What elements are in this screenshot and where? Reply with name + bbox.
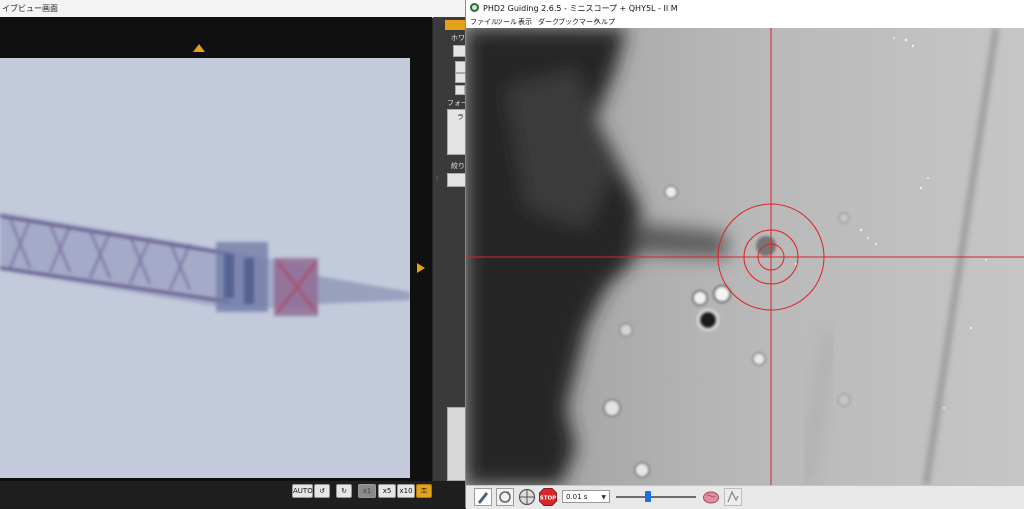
zoom-5x-button[interactable]: x5 — [378, 484, 396, 498]
scroll-right-arrow-icon[interactable] — [417, 263, 425, 273]
gamma-slider-thumb[interactable] — [645, 491, 651, 502]
live-view-title: イブビュー画面 — [2, 4, 58, 13]
panel-lower-box — [447, 407, 465, 481]
lock-button[interactable]: ⚿ — [416, 484, 432, 498]
rotate-right-button[interactable]: ↻ — [336, 484, 352, 498]
stop-label: STOP — [540, 496, 556, 502]
white-balance-select[interactable] — [453, 45, 465, 57]
menu-darks[interactable]: ダーク — [538, 17, 559, 27]
menu-tools[interactable]: ツール — [496, 17, 517, 27]
live-view-title-bar: イブビュー画面 — [0, 0, 465, 18]
panel-resize-grip-icon[interactable]: ⁞ — [436, 175, 438, 183]
live-view-window: イブビュー画面 ホワ フォー ラ ⁞ 絞り AUTO ↺ ↻ x1 x5 x10… — [0, 0, 465, 508]
phd2-window: PHD2 Guiding 2.6.5 - ミニスコープ + QHY5L - II… — [465, 0, 1024, 509]
lock-icon: ⚿ — [421, 487, 427, 495]
menu-file[interactable]: ファイル — [470, 17, 498, 27]
gamma-slider-track — [616, 496, 696, 498]
focus-sub-label: ラ — [457, 113, 464, 121]
guide-camera-image — [466, 28, 1024, 485]
focus-label: フォー — [447, 99, 465, 107]
zoom-1x-button[interactable]: x1 — [358, 484, 376, 498]
white-balance-checkbox[interactable] — [455, 85, 465, 95]
live-view-image — [0, 58, 410, 478]
rotate-right-icon: ↻ — [341, 487, 347, 495]
menu-view[interactable]: 表示 — [518, 17, 532, 27]
exposure-duration-select[interactable]: 0.01 s ▼ — [562, 490, 610, 503]
crosshair-target-button[interactable] — [518, 488, 536, 506]
white-balance-field[interactable] — [455, 61, 465, 73]
white-balance-label: ホワイ — [451, 34, 465, 42]
rotate-left-button[interactable]: ↺ — [314, 484, 330, 498]
loop-button[interactable] — [496, 488, 514, 506]
rotate-left-icon: ↺ — [319, 487, 325, 495]
auto-focus-button[interactable]: AUTO — [292, 484, 313, 498]
aperture-label: 絞り込 — [451, 162, 465, 170]
zoom-10x-button[interactable]: x10 — [397, 484, 415, 498]
gamma-slider[interactable] — [616, 491, 696, 503]
stop-button[interactable]: STOP — [539, 488, 557, 506]
phd2-title-bar: PHD2 Guiding 2.6.5 - ミニスコープ + QHY5L - II… — [466, 0, 1024, 16]
tower-crane-image — [0, 212, 410, 316]
white-balance-button[interactable] — [455, 73, 465, 83]
guide-camera-frame[interactable] — [466, 28, 1024, 485]
brain-button[interactable] — [702, 488, 720, 506]
panel-tab[interactable] — [445, 20, 465, 30]
live-view-area — [0, 17, 432, 491]
phd2-toolbar: STOP 0.01 s ▼ — [466, 485, 1024, 509]
live-view-settings-panel: ホワイ フォー ラ ⁞ 絞り込 — [433, 17, 465, 481]
aperture-button[interactable] — [447, 173, 465, 187]
exposure-value: 0.01 s — [566, 493, 588, 501]
phd2-logo-icon — [470, 3, 479, 12]
scroll-up-arrow-icon[interactable] — [193, 44, 205, 52]
menu-help[interactable]: ヘルプ — [594, 17, 615, 27]
chevron-down-icon: ▼ — [601, 494, 606, 501]
star-profile-button[interactable] — [724, 488, 742, 506]
live-view-toolbar: AUTO ↺ ↻ x1 x5 x10 ⚿ — [0, 481, 465, 508]
phd2-window-title: PHD2 Guiding 2.6.5 - ミニスコープ + QHY5L - II… — [483, 4, 678, 13]
guide-button[interactable] — [474, 488, 492, 506]
